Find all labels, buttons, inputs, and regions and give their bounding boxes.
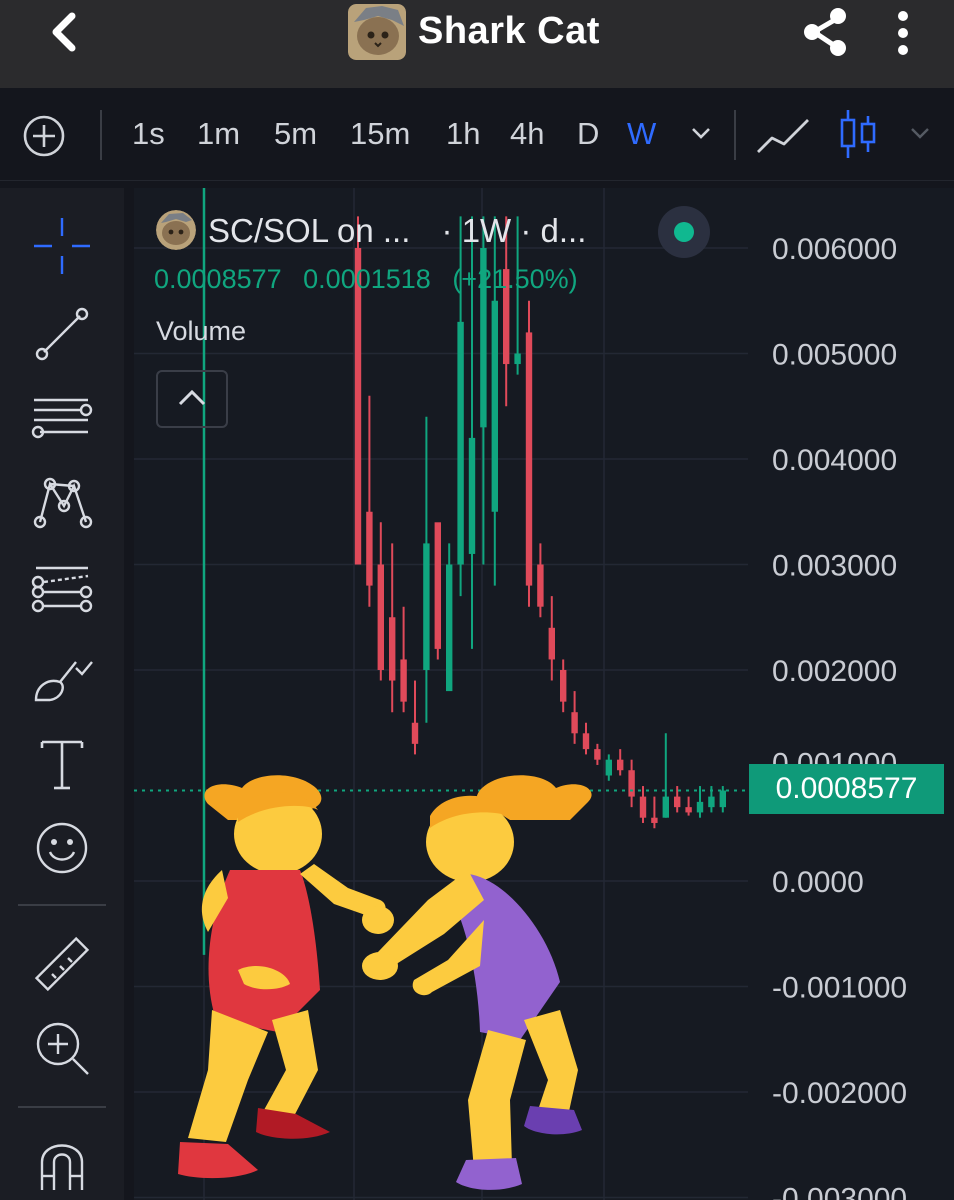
candle-body: [582, 733, 590, 750]
candle-body: [674, 796, 681, 808]
line-chart-button[interactable]: [756, 112, 812, 158]
candle-body: [696, 801, 704, 813]
timeframe-d[interactable]: D: [577, 116, 599, 152]
ruler-icon[interactable]: [30, 932, 94, 996]
candle-body: [548, 627, 555, 660]
candle-body: [525, 332, 533, 586]
candle-body: [651, 817, 658, 823]
price-axis-label: -0.003000: [772, 1183, 907, 1200]
candlestick-icon: [840, 110, 876, 158]
add-indicator-button[interactable]: [22, 114, 66, 158]
candle-body: [514, 353, 521, 365]
candle-body: [491, 300, 498, 512]
pair-avatar: [156, 210, 196, 250]
candle-body: [468, 437, 476, 554]
candle-body: [594, 749, 601, 760]
price-axis-label: 0.005000: [772, 339, 897, 372]
price-axis-label: 0.0000: [772, 866, 864, 899]
candle-body: [708, 796, 715, 808]
candle-body: [434, 522, 441, 649]
timeframe-1m[interactable]: 1m: [197, 116, 240, 152]
candle-body: [457, 321, 464, 565]
back-button[interactable]: [40, 6, 88, 58]
plus-circle-icon: [23, 115, 65, 157]
brush-icon[interactable]: [30, 648, 94, 712]
more-vertical-icon: [898, 11, 908, 55]
divider: [100, 110, 102, 160]
candle-body: [560, 670, 567, 702]
timeframe-1s[interactable]: 1s: [132, 116, 165, 152]
candle-body: [366, 511, 373, 586]
price-axis-label: -0.002000: [772, 1077, 907, 1110]
timeframe-4h[interactable]: 4h: [510, 116, 544, 152]
candle-body: [719, 790, 726, 808]
pattern-icon[interactable]: [30, 472, 94, 536]
people-wrestling-emoji: [178, 775, 592, 1190]
chevron-down-icon: [692, 128, 710, 139]
toolbar-divider: [18, 1106, 106, 1108]
candle-body: [662, 796, 669, 818]
magnet-icon[interactable]: [30, 1130, 94, 1194]
horizontal-lines-icon[interactable]: [30, 388, 94, 452]
timeframe-dropdown[interactable]: [690, 122, 712, 144]
price-axis-label: 0.006000: [772, 233, 897, 266]
timeframe-1h[interactable]: 1h: [446, 116, 480, 152]
price-axis-label: 0.004000: [772, 444, 897, 477]
live-status-indicator: [658, 206, 710, 258]
price-axis-label: -0.001000: [772, 972, 907, 1005]
chevron-down-icon: [911, 128, 929, 139]
timeframe-5m[interactable]: 5m: [274, 116, 317, 152]
close-value: 0.0008577: [154, 264, 282, 294]
crosshair-icon[interactable]: [30, 214, 94, 278]
candle-body: [628, 770, 635, 797]
price-axis-label: 0.002000: [772, 655, 897, 688]
candle-body: [617, 759, 624, 771]
share-icon: [804, 8, 846, 56]
candle-body: [389, 617, 396, 681]
pair-name: SC/SOL on ...: [208, 212, 411, 249]
candle-body: [537, 564, 544, 607]
candle-body: [377, 564, 384, 670]
divider: [734, 110, 736, 160]
fib-retracement-icon[interactable]: [30, 558, 94, 622]
coin-title: Shark Cat: [418, 10, 600, 52]
candle-body: [400, 659, 407, 702]
timeframe-w[interactable]: W: [627, 116, 656, 152]
change-percent: (+21.50%): [452, 264, 578, 294]
collapse-indicators-button[interactable]: [156, 370, 228, 428]
text-icon[interactable]: [30, 732, 94, 796]
chevron-up-icon: [178, 389, 206, 406]
toolbar-divider: [18, 904, 106, 906]
zoom-in-icon[interactable]: [30, 1016, 94, 1080]
share-button[interactable]: [800, 6, 850, 58]
line-chart-icon: [757, 119, 809, 153]
timeframe-15m[interactable]: 15m: [350, 116, 410, 152]
candle-body: [423, 543, 430, 670]
change-value: 0.0001518: [303, 264, 431, 294]
candle-body: [446, 564, 453, 692]
drawing-toolbar: [0, 188, 124, 1200]
candle-body: [685, 807, 692, 813]
candlestick-button[interactable]: [838, 108, 878, 160]
chart-type-dropdown[interactable]: [908, 122, 932, 144]
coin-avatar: [348, 4, 406, 60]
price-axis-label: 0.003000: [772, 550, 897, 583]
interval-label: · 1W · d...: [441, 212, 587, 249]
candle-body: [639, 796, 647, 818]
volume-label: Volume: [156, 316, 247, 346]
trend-line-icon[interactable]: [30, 302, 94, 366]
candle-body: [354, 248, 362, 565]
more-button[interactable]: [888, 10, 918, 56]
current-price-tag: 0.0008577: [749, 764, 944, 814]
ohlc-values: 0.0008577 0.0001518 (+21.50%): [154, 264, 592, 295]
candle-body: [411, 722, 419, 744]
pair-label[interactable]: SC/SOL on ... · 1W · d...: [208, 212, 586, 250]
chevron-left-icon: [52, 12, 76, 52]
emoji-icon[interactable]: [30, 816, 94, 880]
candle-body: [571, 712, 578, 734]
